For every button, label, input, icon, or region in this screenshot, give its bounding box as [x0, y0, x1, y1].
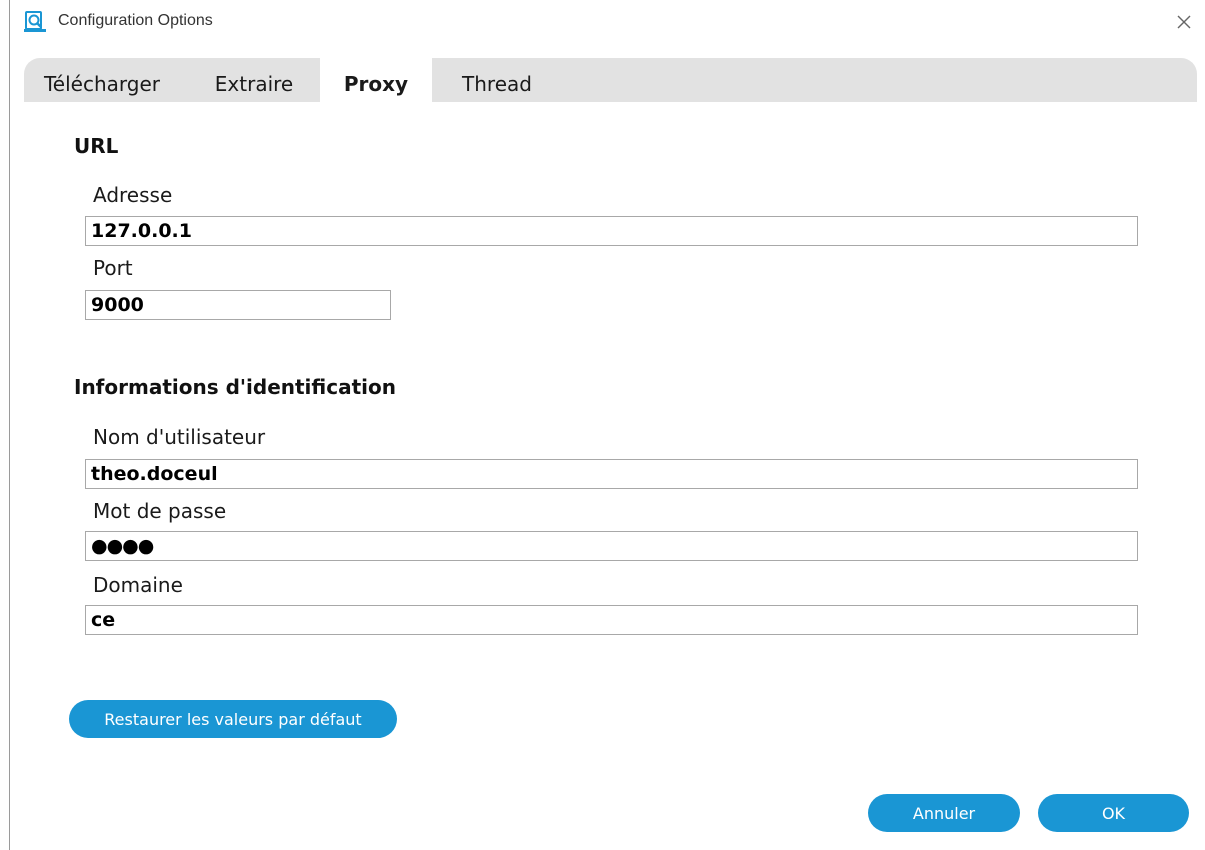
app-icon [24, 11, 46, 32]
tab-extraire[interactable]: Extraire [194, 58, 314, 102]
ok-button[interactable]: OK [1038, 794, 1189, 832]
port-input[interactable] [85, 290, 391, 320]
window-border [9, 0, 10, 850]
tab-bar: Télécharger Extraire Proxy Thread [24, 58, 1197, 102]
domain-input[interactable] [85, 605, 1138, 635]
restore-defaults-button[interactable]: Restaurer les valeurs par défaut [69, 700, 397, 738]
password-label: Mot de passe [93, 499, 227, 523]
username-input[interactable] [85, 459, 1138, 489]
configuration-dialog: Configuration Options Télécharger Extrai… [0, 0, 1205, 850]
port-label: Port [93, 256, 133, 280]
address-input[interactable] [85, 216, 1138, 246]
tab-proxy[interactable]: Proxy [320, 58, 432, 102]
username-label: Nom d'utilisateur [93, 425, 266, 449]
domain-label: Domaine [93, 573, 183, 597]
url-section-title: URL [74, 134, 119, 158]
password-input[interactable] [85, 531, 1138, 561]
tab-telecharger[interactable]: Télécharger [24, 58, 180, 102]
tab-thread[interactable]: Thread [442, 58, 552, 102]
credentials-section-title: Informations d'identification [74, 375, 396, 399]
cancel-button[interactable]: Annuler [868, 794, 1020, 832]
window-title: Configuration Options [58, 12, 213, 29]
address-label: Adresse [93, 183, 173, 207]
close-icon[interactable] [1172, 10, 1196, 34]
